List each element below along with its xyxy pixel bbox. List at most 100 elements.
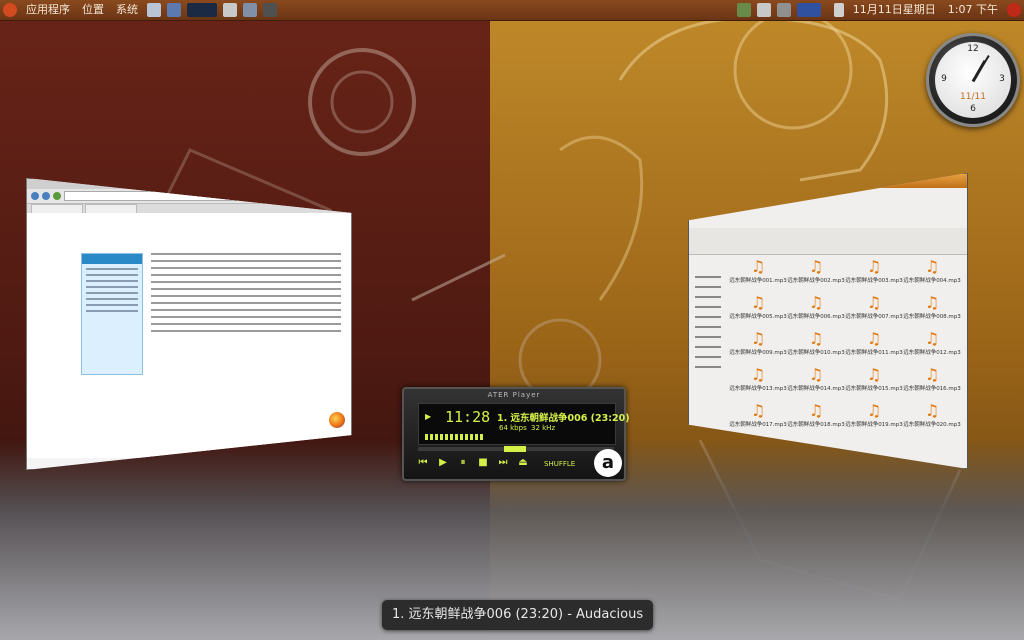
keyboard-icon[interactable]	[756, 3, 771, 17]
clock-face: 12 3 6 9 11/11	[935, 42, 1011, 118]
file-name: 远东朝鲜战争002.mp3	[787, 278, 845, 284]
clock-numeral-3: 3	[999, 74, 1005, 84]
bitrate: 64 kbps	[499, 424, 527, 432]
file-item[interactable]: ♫ 远东朝鲜战争016.mp3	[903, 366, 961, 393]
seek-knob[interactable]	[504, 446, 526, 452]
music-file-icon: ♫	[924, 329, 940, 348]
clock-minute-hand	[972, 55, 990, 82]
play-button[interactable]: ▶	[436, 457, 450, 468]
file-name: 远东朝鲜战争017.mp3	[729, 422, 787, 428]
file-item[interactable]: ♫ 远东朝鲜战争015.mp3	[845, 365, 903, 393]
seek-bar[interactable]	[418, 446, 614, 452]
browser-window[interactable]	[26, 178, 352, 470]
file-item[interactable]: ♫ 远东朝鲜战争019.mp3	[845, 401, 903, 429]
sidebar-panel	[81, 253, 143, 375]
launcher-icon[interactable]	[147, 3, 161, 17]
eject-button[interactable]: ⏏	[516, 457, 530, 468]
menu-places[interactable]: 位置	[76, 0, 110, 20]
file-item[interactable]: ♫ 远东朝鲜战争020.mp3	[903, 401, 961, 429]
power-icon[interactable]	[1007, 3, 1021, 17]
display-icon[interactable]	[776, 3, 791, 17]
file-item[interactable]: ♫ 远东朝鲜战争009.mp3	[729, 329, 787, 357]
clock-numeral-12: 12	[967, 44, 979, 54]
file-item[interactable]: ♫ 远东朝鲜战争007.mp3	[845, 293, 903, 321]
file-name: 远东朝鲜战争009.mp3	[729, 350, 787, 356]
music-file-icon: ♫	[924, 293, 940, 312]
file-item[interactable]: ♫ 远东朝鲜战争003.mp3	[845, 257, 903, 285]
audacious-player[interactable]: ATER Player ▶ 11:28 1. 远东朝鲜战争006 (23:20)…	[402, 387, 630, 481]
music-file-icon: ♫	[866, 257, 882, 276]
date-label[interactable]: 11月11日星期日	[847, 0, 942, 20]
visualizer	[425, 434, 485, 440]
pause-button[interactable]: ⏸	[456, 457, 470, 468]
file-name: 远东朝鲜战争007.mp3	[845, 314, 903, 320]
file-item[interactable]: ♫ 远东朝鲜战争017.mp3	[729, 401, 787, 429]
top-panel: 应用程序 位置 系统 11月11日星期日 1:07 下午	[0, 0, 1024, 21]
music-file-icon: ♫	[866, 329, 882, 348]
file-item[interactable]: ♫ 远东朝鲜战争012.mp3	[903, 329, 961, 357]
file-item[interactable]: ♫ 远东朝鲜战争002.mp3	[787, 257, 845, 285]
network-icon[interactable]	[736, 3, 751, 17]
music-file-icon: ♫	[808, 257, 824, 276]
player-display: ▶ 11:28 1. 远东朝鲜战争006 (23:20) 64 kbps 32 …	[418, 403, 630, 445]
browser-launcher-icon[interactable]	[167, 3, 181, 17]
music-file-icon: ♫	[750, 401, 766, 420]
file-name: 远东朝鲜战争006.mp3	[787, 314, 845, 320]
window-tooltip: 1. 远东朝鲜战争006 (23:20) - Audacious	[382, 600, 654, 630]
window-list-icon[interactable]	[796, 3, 821, 17]
music-file-icon: ♫	[750, 365, 766, 384]
player-title[interactable]: ATER Player	[404, 391, 624, 399]
file-item[interactable]: ♫ 远东朝鲜战争011.mp3	[845, 329, 903, 357]
shuffle-button[interactable]: SHUFFLE	[544, 460, 575, 468]
music-file-icon: ♫	[866, 293, 882, 312]
article-text	[151, 253, 341, 337]
browser-content	[27, 213, 351, 458]
clock-widget[interactable]: 12 3 6 9 11/11	[926, 33, 1020, 127]
terminal-icon[interactable]	[263, 3, 277, 17]
elapsed-time[interactable]: 11:28	[445, 408, 490, 426]
ubuntu-logo-icon[interactable]	[3, 3, 17, 17]
file-name: 远东朝鲜战争004.mp3	[903, 278, 961, 284]
file-item[interactable]: ♫ 远东朝鲜战争010.mp3	[787, 329, 845, 357]
file-item[interactable]: ♫ 远东朝鲜战争001.mp3	[729, 257, 787, 285]
file-manager-window[interactable]: ♫ 远东朝鲜战争001.mp3 ♫ 远东朝鲜战争002.mp3 ♫ 远东朝鲜战争003.m…	[688, 173, 968, 469]
menu-system[interactable]: 系统	[110, 0, 144, 20]
back-icon[interactable]	[31, 192, 39, 200]
file-name: 远东朝鲜战争005.mp3	[729, 314, 787, 320]
file-item[interactable]: ♫ 远东朝鲜战争005.mp3	[729, 294, 787, 321]
file-name: 远东朝鲜战争011.mp3	[845, 350, 903, 356]
file-item[interactable]: ♫ 远东朝鲜战争004.mp3	[903, 257, 961, 285]
stop-button[interactable]: ■	[476, 457, 490, 468]
reload-icon[interactable]	[53, 192, 61, 200]
file-name: 远东朝鲜战争019.mp3	[845, 422, 903, 428]
file-grid: ♫ 远东朝鲜战争001.mp3 ♫ 远东朝鲜战争002.mp3 ♫ 远东朝鲜战争003.m…	[729, 257, 961, 429]
file-name: 远东朝鲜战争015.mp3	[845, 386, 903, 392]
music-file-icon: ♫	[750, 257, 766, 276]
volume-icon[interactable]	[833, 3, 844, 17]
music-file-icon: ♫	[924, 257, 940, 276]
menu-applications[interactable]: 应用程序	[20, 0, 76, 20]
system-monitor-icon[interactable]	[187, 3, 217, 17]
next-button[interactable]: ⏭	[496, 457, 510, 468]
file-item[interactable]: ♫ 远东朝鲜战争008.mp3	[903, 293, 961, 321]
player-controls: ⏮ ▶ ⏸ ■ ⏭ ⏏	[416, 457, 530, 468]
file-item[interactable]: ♫ 远东朝鲜战争018.mp3	[787, 402, 845, 429]
music-file-icon: ♫	[924, 401, 940, 420]
music-file-icon: ♫	[866, 365, 882, 384]
file-name: 远东朝鲜战争010.mp3	[787, 350, 845, 356]
forward-icon[interactable]	[42, 192, 50, 200]
file-item[interactable]: ♫ 远东朝鲜战争014.mp3	[787, 366, 845, 393]
play-indicator-icon: ▶	[425, 412, 432, 421]
file-item[interactable]: ♫ 远东朝鲜战争006.mp3	[787, 293, 845, 321]
previous-button[interactable]: ⏮	[416, 457, 430, 468]
file-name: 远东朝鲜战争016.mp3	[903, 386, 961, 392]
time-label[interactable]: 1:07 下午	[942, 0, 1004, 20]
clock-date: 11/11	[960, 92, 986, 102]
notes-icon[interactable]	[223, 3, 237, 17]
music-file-icon: ♫	[866, 401, 882, 420]
music-file-icon: ♫	[808, 293, 824, 312]
music-file-icon: ♫	[808, 329, 824, 348]
screenshot-icon[interactable]	[243, 3, 257, 17]
file-item[interactable]: ♫ 远东朝鲜战争013.mp3	[729, 365, 787, 393]
music-file-icon: ♫	[750, 329, 766, 348]
